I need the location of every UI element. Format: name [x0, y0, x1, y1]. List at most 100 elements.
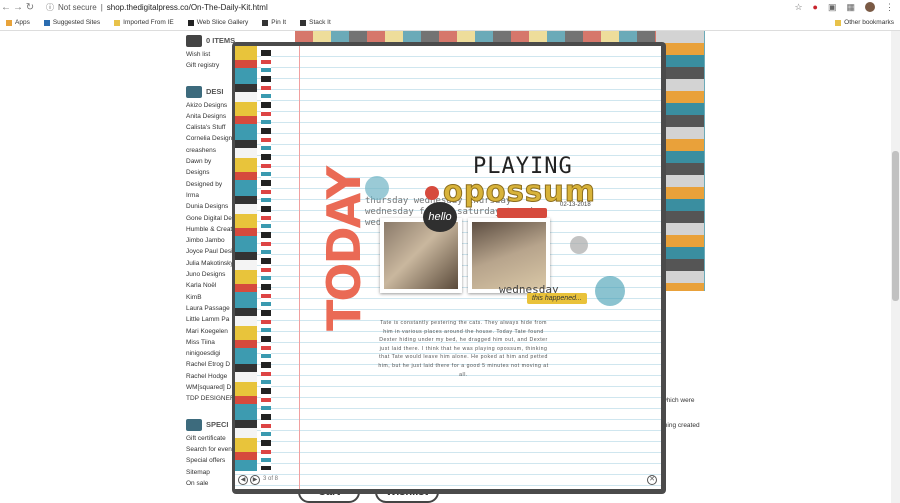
address-bar[interactable]: ⓘ Not secure | shop.thedigitalpress.co/O…: [46, 2, 268, 13]
close-button[interactable]: ✕: [647, 475, 657, 485]
bookmark-label: Web Slice Gallery: [196, 19, 249, 26]
designer-link[interactable]: Cornelia Designs: [186, 133, 236, 144]
designer-link[interactable]: KimB: [186, 292, 236, 303]
designer-link[interactable]: Karla Noël: [186, 280, 236, 291]
bookmark-icon: [114, 19, 121, 26]
designer-link[interactable]: creashens: [186, 145, 236, 156]
designer-link[interactable]: Julia Makotinsky: [186, 258, 236, 269]
designer-link[interactable]: Gone Digital Des: [186, 213, 236, 224]
bookmark-item[interactable]: Imported From IE: [114, 19, 174, 26]
bookmark-item[interactable]: Pin It: [262, 19, 286, 26]
bookmark-icon: [300, 19, 307, 26]
typewriter-icon: [186, 418, 202, 431]
address-row: ← → ↻ ⓘ Not secure | shop.thedigitalpres…: [0, 0, 900, 15]
typewriter-icon: [186, 85, 202, 98]
designer-link[interactable]: Dunia Designs: [186, 201, 236, 212]
designers-heading: DESI: [186, 85, 236, 98]
extension-icon-2[interactable]: ▦: [846, 2, 855, 13]
typewriter-strip: [235, 46, 257, 471]
this-happened-tag: this happened...: [527, 293, 587, 304]
page-scrollbar[interactable]: [891, 31, 900, 503]
designer-link[interactable]: Jimbo Jambo: [186, 235, 236, 246]
designers-title: DESI: [206, 86, 224, 96]
sidebar-link[interactable]: Gift registry: [186, 60, 236, 71]
cart-icon: [186, 35, 202, 47]
designer-link[interactable]: Anita Designs: [186, 111, 236, 122]
url-text[interactable]: shop.thedigitalpress.co/On-The-Daily-Kit…: [107, 3, 268, 12]
browser-chrome: ← → ↻ ⓘ Not secure | shop.thedigitalpres…: [0, 0, 900, 31]
bookmark-item[interactable]: Apps: [6, 19, 30, 26]
bookmark-icon: [187, 19, 194, 26]
designer-link[interactable]: Juno Designs: [186, 269, 236, 280]
other-bookmarks[interactable]: Other bookmarks: [835, 15, 894, 30]
today-word: TODAY: [317, 167, 371, 331]
description-text-1: which were: [662, 397, 695, 404]
designer-link[interactable]: Designed by Irma: [186, 179, 236, 202]
folder-icon: [835, 19, 842, 26]
sidebar-link[interactable]: Search for even: [186, 444, 236, 455]
bookmark-item[interactable]: Stack It: [300, 19, 331, 26]
confetti: [570, 236, 588, 254]
avatar[interactable]: [865, 2, 875, 12]
designer-link[interactable]: Dawn by Designs: [186, 156, 236, 179]
cart-links: Wish list Gift registry: [186, 49, 236, 72]
designer-link[interactable]: Mari Koegelen: [186, 326, 236, 337]
designer-link[interactable]: ninigoesdigi: [186, 348, 236, 359]
red-tape: [497, 208, 547, 218]
sidebar-link[interactable]: Special offers: [186, 455, 236, 466]
paint-splash-2: [595, 276, 625, 306]
layout-date: 02-13-2018: [560, 202, 591, 208]
bookmarks-bar: Apps Suggested Sites Imported From IE Web S…: [0, 15, 900, 30]
designer-link[interactable]: Miss Tiina: [186, 337, 236, 348]
bookmark-label: Suggested Sites: [52, 19, 101, 26]
lightbox-image: thursday wednesday thursday wednesday fr…: [235, 46, 661, 489]
star-icon[interactable]: ☆: [794, 2, 802, 13]
journaling-text: Tate is constantly pestering the cats. T…: [378, 320, 549, 378]
circle-strip: [261, 50, 271, 470]
reload-icon[interactable]: ↻: [24, 2, 36, 13]
bookmark-item[interactable]: Web Slice Gallery: [187, 19, 249, 26]
pinterest-icon[interactable]: ●: [813, 2, 818, 13]
sidebar-link[interactable]: Sitemap: [186, 467, 236, 478]
designer-link[interactable]: Laura Passage: [186, 303, 236, 314]
designer-link[interactable]: TDP DESIGNER: [186, 393, 236, 404]
designer-link[interactable]: Little Lamm Pa: [186, 314, 236, 325]
designer-link[interactable]: Humble & Create: [186, 224, 236, 235]
sidebar-link[interactable]: Wish list: [186, 49, 236, 60]
designer-link[interactable]: Calista's Stuff: [186, 122, 236, 133]
sidebar-link[interactable]: On sale: [186, 478, 236, 489]
info-icon[interactable]: ⓘ: [46, 2, 54, 13]
designer-link[interactable]: Joyce Paul Desi: [186, 246, 236, 257]
other-bookmarks-label: Other bookmarks: [844, 19, 894, 26]
special-links: Gift certificate Search for even Special o…: [186, 433, 236, 489]
designer-link[interactable]: Rachel Hodge: [186, 371, 236, 382]
designers-list: Akizo Designs Anita Designs Calista's Stuf…: [186, 100, 236, 405]
designer-link[interactable]: WM[squared] D: [186, 382, 236, 393]
bookmark-icon: [43, 19, 50, 26]
bookmark-label: Apps: [15, 19, 30, 26]
designer-link[interactable]: Akizo Designs: [186, 100, 236, 111]
back-icon[interactable]: ←: [0, 2, 12, 13]
cart-heading: 0 ITEMS: [186, 35, 236, 47]
security-label: Not secure: [58, 3, 97, 12]
special-heading: SPECI: [186, 418, 236, 431]
bookmark-label: Imported From IE: [123, 19, 174, 26]
cart-title: 0 ITEMS: [206, 36, 236, 46]
image-counter: 3 of 8: [263, 476, 279, 482]
designer-link[interactable]: Rachel Etrog D: [186, 359, 236, 370]
prev-button[interactable]: ◀: [238, 475, 248, 485]
bookmark-icon: [262, 19, 269, 26]
menu-icon[interactable]: ⋮: [885, 2, 894, 13]
extension-icon[interactable]: ▣: [828, 2, 837, 13]
sidebar: 0 ITEMS Wish list Gift registry DESI Akiz…: [186, 33, 236, 489]
bookmark-item[interactable]: Suggested Sites: [43, 19, 101, 26]
next-button[interactable]: ▶: [250, 475, 260, 485]
bookmark-icon: [6, 19, 12, 26]
scrollbar-thumb[interactable]: [892, 151, 899, 301]
forward-icon[interactable]: →: [12, 2, 24, 13]
bookmark-label: Stack It: [309, 19, 331, 26]
bookmark-label: Pin It: [271, 19, 287, 26]
sidebar-link[interactable]: Gift certificate: [186, 433, 236, 444]
photo-cat-2: [468, 218, 550, 293]
flower: [425, 186, 439, 200]
